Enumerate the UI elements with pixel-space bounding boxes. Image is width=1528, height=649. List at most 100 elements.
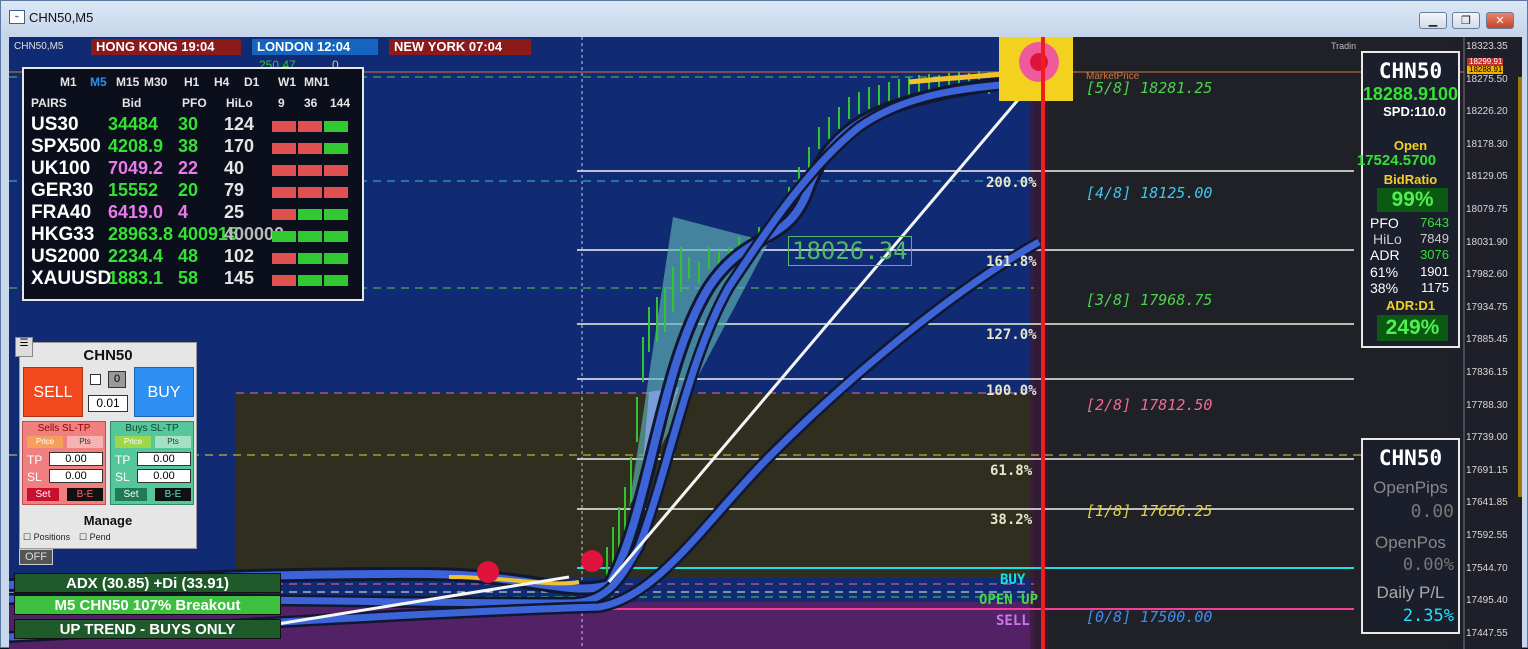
mw-pfo: 58 [178, 268, 199, 288]
mw-trend-bar [324, 231, 348, 242]
price-axis-tick: 17885.45 [1466, 334, 1508, 346]
mw-bid: 15552 [108, 180, 159, 200]
timeframe-m5[interactable]: M5 [90, 75, 107, 89]
mw-trend-bar [298, 275, 322, 286]
mw-pfo: 4 [178, 202, 189, 222]
adr-value: 3076 [1420, 247, 1449, 262]
buys-be-button[interactable]: B-E [155, 488, 191, 501]
r38-label: 38% [1370, 280, 1399, 296]
mw-trend-bar [298, 121, 322, 132]
buys-tp-input[interactable]: 0.00 [137, 452, 191, 466]
bidratio-label: BidRatio [1383, 172, 1438, 187]
mw-trend-bar [272, 275, 296, 286]
mw-col-header: Bid [122, 96, 142, 110]
adr-d1-label: ADR:D1 [1385, 298, 1436, 313]
price-axis-tick: 18323.35 [1466, 41, 1508, 52]
title-bar[interactable]: ⌁ CHN50,M5 ▁ ❐ ✕ [1, 1, 1527, 37]
trading-label: Tradin [1331, 41, 1357, 51]
buys-pts-tab[interactable]: Pts [155, 436, 191, 448]
sell-button[interactable]: SELL [23, 367, 83, 417]
sell-zone-label: SELL [996, 613, 1030, 629]
timeframe-w1[interactable]: W1 [278, 75, 296, 89]
lot-size-input[interactable]: 0.01 [88, 395, 128, 412]
timeframe-h1[interactable]: H1 [184, 75, 199, 89]
mw-trend-bar [272, 165, 296, 176]
timeframe-m30[interactable]: M30 [144, 75, 167, 89]
price-axis-tick: 17447.55 [1466, 627, 1508, 639]
murrey-label-2: [2/8] 17812.50 [1086, 396, 1213, 414]
r61-label: 61% [1370, 264, 1399, 280]
fib-label-161: 161.8% [986, 254, 1037, 270]
mw-col-header: PAIRS [31, 96, 67, 110]
symbol-timeframe-label: CHN50,M5 [14, 41, 64, 52]
mw-trend-bar [272, 143, 296, 154]
price-tag-bid-label: 18288.91 [1469, 65, 1503, 74]
info-open-label: Open [1393, 138, 1428, 153]
sells-sl-input[interactable]: 0.00 [49, 469, 103, 483]
price-axis-tick: 17592.55 [1466, 530, 1508, 541]
price-axis-tick: 18226.20 [1466, 106, 1508, 118]
fib-label-38: 38.2% [990, 512, 1033, 528]
mw-col-header: PFO [182, 96, 207, 110]
adr-d1-value: 249% [1377, 315, 1448, 341]
pfo-label: PFO [1370, 215, 1399, 231]
big-level-label: 18026.34 [788, 236, 912, 266]
close-button[interactable]: ✕ [1486, 12, 1514, 29]
mw-bid: 28963.8 [108, 224, 174, 244]
lot-count[interactable]: 0 [108, 371, 126, 388]
mw-bid: 2234.4 [108, 246, 164, 266]
price-axis-tick: 18079.75 [1466, 204, 1508, 215]
timeframe-mn1[interactable]: MN1 [304, 75, 329, 89]
lot-checkbox[interactable] [90, 374, 101, 385]
timeframe-d1[interactable]: D1 [244, 75, 259, 89]
price-axis-tick: 18275.50 [1466, 73, 1508, 85]
off-button[interactable]: OFF [19, 549, 53, 565]
positions-checkbox[interactable]: ☐ Positions [23, 532, 70, 543]
sells-sltp-header: Sells SL-TP [37, 423, 91, 434]
session-london: LONDON 12:04 [252, 39, 378, 55]
manage-label: Manage [83, 513, 133, 528]
buy-button[interactable]: BUY [134, 367, 194, 417]
mw-trend-bar [298, 253, 322, 264]
sells-set-button[interactable]: Set [27, 488, 59, 501]
murrey-label-3: [3/8] 17968.75 [1086, 291, 1213, 309]
mw-trend-bar [298, 231, 322, 242]
mw-hilo: 25 [224, 202, 245, 222]
mw-pfo: 30 [178, 114, 199, 134]
mw-hilo: 79 [224, 180, 245, 200]
minimize-button[interactable]: ▁ [1419, 12, 1447, 29]
mw-bid: 6419.0 [108, 202, 164, 222]
price-chart[interactable]: CHN50,M5 HONG KONG 19:04 LONDON 12:04 NE… [9, 37, 1522, 649]
session-hong-kong: HONG KONG 19:04 [91, 39, 241, 55]
mw-pair: HKG33 [31, 224, 95, 245]
buys-sltp-box: Buys SL-TP Price Pts TP 0.00 SL 0.00 Set… [110, 421, 194, 505]
chart-window-icon: ⌁ [9, 10, 25, 24]
open-pos-label: OpenPos [1375, 533, 1446, 552]
buys-sl-input[interactable]: 0.00 [137, 469, 191, 483]
adx-status: ADX (30.85) +Di (33.91) [14, 573, 281, 593]
sells-be-button[interactable]: B-E [67, 488, 103, 501]
mw-trend-bar [272, 121, 296, 132]
mw-trend-bar [298, 209, 322, 220]
trade-panel: ☰ CHN50 SELL BUY 0 0.01 Sells SL-TP Pric… [15, 337, 197, 549]
session-new-york: NEW YORK 07:04 [389, 39, 531, 55]
mw-trend-bar [272, 187, 296, 198]
sells-tp-input[interactable]: 0.00 [49, 452, 103, 466]
pend-checkbox[interactable]: ☐ Pend [79, 532, 111, 543]
sells-pts-tab[interactable]: Pts [67, 436, 103, 448]
timeframe-h4[interactable]: H4 [214, 75, 229, 89]
timeframe-m15[interactable]: M15 [116, 75, 139, 89]
buys-price-tab[interactable]: Price [115, 436, 151, 448]
timeframe-m1[interactable]: M1 [60, 75, 77, 89]
buys-set-button[interactable]: Set [115, 488, 147, 501]
mw-trend-bar [298, 143, 322, 154]
window-title: CHN50,M5 [29, 10, 94, 25]
price-axis-tick: 17788.30 [1466, 399, 1508, 411]
sells-price-tab[interactable]: Price [27, 436, 63, 448]
murrey-label-0: [0/8] 17500.00 [1086, 608, 1213, 626]
adr-label: ADR [1370, 247, 1400, 263]
buys-sl-label: SL [115, 470, 130, 484]
buy-zone-label: BUY [1000, 572, 1026, 588]
mw-pfo: 22 [178, 158, 199, 178]
restore-button[interactable]: ❐ [1452, 12, 1480, 29]
